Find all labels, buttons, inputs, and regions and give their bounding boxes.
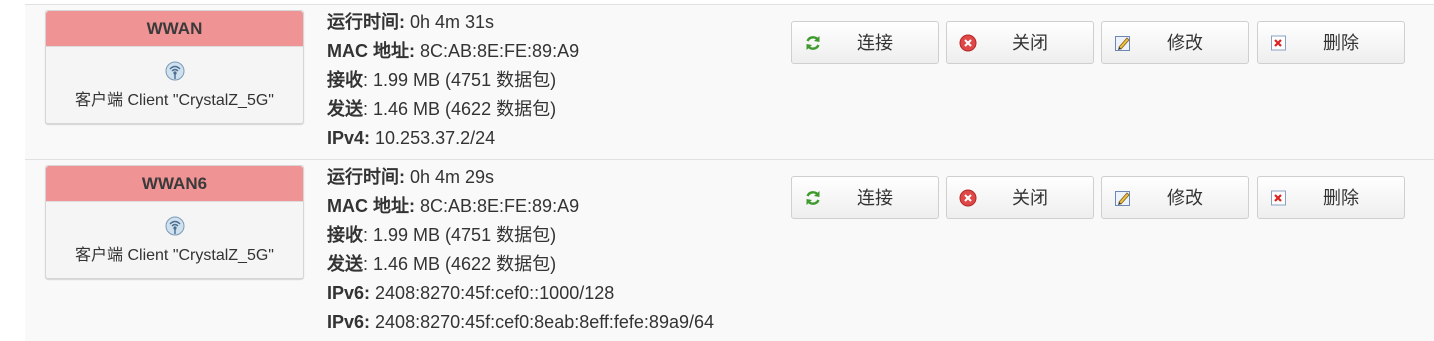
stop-button[interactable]: 关闭 xyxy=(946,176,1094,219)
interface-badge: WWAN 客户端 Client "CrystalZ_5G" xyxy=(45,10,304,124)
detail-ipv6: IPv6: 2408:8270:45f:cef0::1000/128 xyxy=(327,283,615,303)
connect-button[interactable]: 连接 xyxy=(791,176,939,219)
detail-uptime: 运行时间: 0h 4m 31s xyxy=(327,12,495,32)
detail-ipv6: IPv6: 2408:8270:45f:cef0:8eab:8eff:fefe:… xyxy=(327,312,714,332)
detail-ipv4: IPv4: 10.253.37.2/24 xyxy=(327,128,496,148)
wireless-icon xyxy=(165,61,184,81)
detail-rx: 接收: 1.99 MB (4751 数据包) xyxy=(327,225,557,245)
interface-name: WWAN6 xyxy=(46,166,303,202)
interface-details: 运行时间: 0h 4m 29s MAC 地址: 8C:AB:8E:FE:89:A… xyxy=(327,163,714,337)
detail-tx: 发送: 1.46 MB (4622 数据包) xyxy=(327,254,557,274)
interface-client-desc: 客户端 Client "CrystalZ_5G" xyxy=(75,92,274,109)
edit-button[interactable]: 修改 xyxy=(1101,176,1249,219)
interface-details: 运行时间: 0h 4m 31s MAC 地址: 8C:AB:8E:FE:89:A… xyxy=(327,8,579,153)
detail-mac: MAC 地址: 8C:AB:8E:FE:89:A9 xyxy=(327,196,580,216)
interface-name: WWAN xyxy=(46,11,303,47)
connect-button[interactable]: 连接 xyxy=(791,21,939,64)
interface-row-wwan6: WWAN6 客户端 Client "CrystalZ_5G" 运行时间: 0h … xyxy=(25,159,1434,341)
edit-button[interactable]: 修改 xyxy=(1101,21,1249,64)
detail-mac: MAC 地址: 8C:AB:8E:FE:89:A9 xyxy=(327,41,580,61)
interface-table: WWAN 客户端 Client "CrystalZ_5G" 运行时间: 0h 4… xyxy=(25,0,1434,341)
delete-button[interactable]: 删除 xyxy=(1257,21,1405,64)
interface-row-wwan: WWAN 客户端 Client "CrystalZ_5G" 运行时间: 0h 4… xyxy=(25,4,1434,159)
detail-rx: 接收: 1.99 MB (4751 数据包) xyxy=(327,70,557,90)
delete-button[interactable]: 删除 xyxy=(1257,176,1405,219)
detail-tx: 发送: 1.46 MB (4622 数据包) xyxy=(327,99,557,119)
detail-uptime: 运行时间: 0h 4m 29s xyxy=(327,167,495,187)
interface-client-desc: 客户端 Client "CrystalZ_5G" xyxy=(75,247,274,264)
interface-badge: WWAN6 客户端 Client "CrystalZ_5G" xyxy=(45,165,304,279)
wireless-icon xyxy=(165,216,184,236)
stop-button[interactable]: 关闭 xyxy=(946,21,1094,64)
